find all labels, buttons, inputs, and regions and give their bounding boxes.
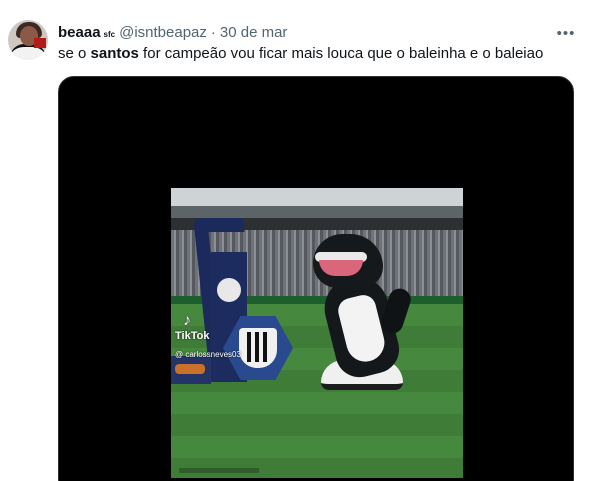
avatar[interactable] [8,20,48,60]
tweet-text-end: for campeão vou ficar mais louca que o b… [138,45,544,62]
crest-stripe [255,332,259,362]
name-badge: sfc [103,30,116,39]
user-handle[interactable]: @isntbeapaz [119,24,207,41]
stadium-roof [171,206,463,218]
tweet-text-bold: santos [90,45,139,62]
tiktok-watermark: ♪ TikTok [175,312,209,343]
tweet[interactable]: beaaa sfc @isntbeapaz · 30 de mar ••• se… [0,0,599,481]
video-frame[interactable]: ♪ TikTok @ carlossneves03 [171,188,463,478]
tiktok-username: @ carlossneves03 [175,350,241,359]
sponsor-label-shape [175,364,205,374]
video-player[interactable]: ♪ TikTok @ carlossneves03 [58,76,574,481]
pillar-logo [217,278,241,302]
tweet-text-start: se o [58,45,91,62]
display-name[interactable]: beaaa [58,24,101,41]
tiktok-brand: TikTok [175,330,210,342]
tweet-date[interactable]: 30 de mar [220,24,288,41]
crest-stripe [247,332,251,362]
separator-dot: · [210,24,216,41]
avatar-flag-shape [34,38,46,48]
tweet-text: se o santos for campeão vou ficar mais l… [58,44,543,64]
more-horizontal-icon[interactable]: ••• [557,24,575,42]
tweet-header: beaaa sfc @isntbeapaz · 30 de mar [58,24,287,42]
tiktok-icon: ♪ [183,312,191,329]
crest-stripe [263,332,267,362]
video-footer-text-shape [179,468,259,473]
